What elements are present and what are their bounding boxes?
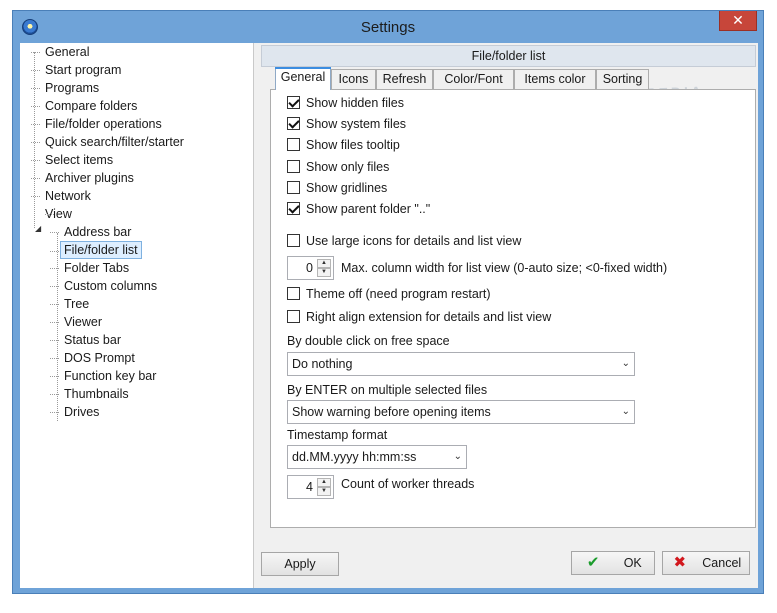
spin-up-icon[interactable]: ▲ — [317, 259, 331, 268]
checkbox[interactable] — [287, 160, 300, 173]
option-label: Show hidden files — [306, 96, 404, 110]
tree-item-folder-tabs[interactable]: Folder Tabs — [49, 259, 132, 277]
stepper-value[interactable]: 4 — [288, 476, 315, 498]
checkbox[interactable] — [287, 202, 300, 215]
spin-down-icon[interactable]: ▼ — [317, 487, 331, 496]
checkbox[interactable] — [287, 287, 300, 300]
checkbox[interactable] — [287, 138, 300, 151]
tab-items-color[interactable]: Items color — [514, 69, 596, 89]
section-header: File/folder list — [261, 45, 756, 67]
stepper-value[interactable]: 0 — [288, 257, 315, 279]
tab-sorting[interactable]: Sorting — [596, 69, 649, 89]
option-show-gridlines[interactable]: Show gridlines — [287, 179, 387, 197]
max-column-width-stepper[interactable]: 0 ▲ ▼ — [287, 256, 334, 280]
option-label: Show parent folder ".." — [306, 202, 431, 216]
tree-item-quick-search[interactable]: Quick search/filter/starter — [31, 133, 187, 151]
option-show-only-files[interactable]: Show only files — [287, 158, 389, 176]
tab-color-font[interactable]: Color/Font — [433, 69, 514, 89]
enter-multi-label: By ENTER on multiple selected files — [287, 383, 488, 397]
tree-item-status-bar[interactable]: Status bar — [50, 331, 124, 349]
option-label: Show system files — [306, 117, 407, 131]
worker-threads-label: Count of worker threads — [341, 477, 475, 491]
apply-button[interactable]: Apply — [261, 552, 339, 576]
option-label: Use large icons for details and list vie… — [306, 234, 522, 248]
double-click-label: By double click on free space — [287, 334, 450, 348]
option-label: Right align extension for details and li… — [306, 310, 552, 324]
tree-item-file-folder-operations[interactable]: File/folder operations — [31, 115, 165, 133]
option-right-align-extension[interactable]: Right align extension for details and li… — [287, 308, 551, 326]
option-label: Show only files — [306, 160, 390, 174]
stepper-buttons: ▲ ▼ — [317, 478, 331, 496]
worker-threads-stepper[interactable]: 4 ▲ ▼ — [287, 475, 334, 499]
expander-icon[interactable]: ◢ — [35, 224, 41, 233]
tree-item-function-key-bar[interactable]: Function key bar — [49, 367, 159, 385]
chevron-down-icon[interactable]: ⌄ — [454, 446, 462, 468]
tree-item-viewer[interactable]: Viewer — [50, 313, 105, 331]
tree-item-drives[interactable]: Drives — [49, 403, 102, 421]
option-show-files-tooltip[interactable]: Show files tooltip — [287, 136, 400, 154]
settings-tree[interactable]: ◢ General Start program Programs Compare… — [20, 43, 254, 588]
select-value: dd.MM.yyyy hh:mm:ss — [292, 450, 417, 464]
client-area: ◢ General Start program Programs Compare… — [20, 43, 758, 588]
spin-up-icon[interactable]: ▲ — [317, 478, 331, 487]
cancel-label: Cancel — [702, 556, 742, 570]
tree-item-dos-prompt[interactable]: DOS Prompt — [50, 349, 138, 367]
checkbox[interactable] — [287, 117, 300, 130]
tree-item-compare-folders[interactable]: Compare folders — [30, 97, 140, 115]
tree-item-view[interactable]: View — [42, 205, 75, 223]
option-label: Show files tooltip — [306, 138, 400, 152]
checkbox[interactable] — [287, 96, 300, 109]
tree-item-archiver-plugins[interactable]: Archiver plugins — [31, 169, 137, 187]
tree-item-programs[interactable]: Programs — [30, 79, 102, 97]
tree-item-general[interactable]: General — [30, 43, 92, 61]
tree-item-start-program[interactable]: Start program — [30, 61, 124, 79]
close-button[interactable]: ✕ — [719, 11, 757, 31]
checkbox[interactable] — [287, 234, 300, 247]
tree-item-file-folder-list[interactable]: File/folder list — [50, 241, 142, 259]
checkmark-icon: ✔ — [586, 554, 600, 571]
ok-button[interactable]: ✔ OK — [571, 551, 655, 575]
chevron-down-icon[interactable]: ⌄ — [622, 401, 630, 423]
cross-icon: ✖ — [673, 554, 687, 571]
ok-label: OK — [623, 556, 642, 570]
option-theme-off[interactable]: Theme off (need program restart) — [287, 285, 491, 303]
cancel-button[interactable]: ✖ Cancel — [662, 551, 750, 575]
checkbox[interactable] — [287, 181, 300, 194]
option-show-parent-folder[interactable]: Show parent folder ".." — [287, 200, 430, 218]
tab-refresh[interactable]: Refresh — [376, 69, 433, 89]
option-use-large-icons[interactable]: Use large icons for details and list vie… — [287, 232, 521, 250]
timestamp-format-select[interactable]: dd.MM.yyyy hh:mm:ss ⌄ — [287, 445, 467, 469]
option-label: Theme off (need program restart) — [306, 287, 491, 301]
tree-item-network[interactable]: Network — [31, 187, 94, 205]
tab-icons[interactable]: Icons — [331, 69, 376, 89]
option-show-hidden-files[interactable]: Show hidden files — [287, 94, 404, 112]
window-title: Settings — [360, 19, 416, 36]
double-click-select[interactable]: Do nothing ⌄ — [287, 352, 635, 376]
tree-item-thumbnails[interactable]: Thumbnails — [50, 385, 132, 403]
settings-panel: File/folder list SOFTPEDIA General Icons… — [261, 43, 758, 588]
tree-item-tree[interactable]: Tree — [49, 295, 92, 313]
tree-item-select-items[interactable]: Select items — [30, 151, 116, 169]
option-label: Show gridlines — [306, 181, 388, 195]
checkbox[interactable] — [287, 310, 300, 323]
option-show-system-files[interactable]: Show system files — [287, 115, 406, 133]
tree-item-address-bar[interactable]: Address bar — [49, 223, 134, 241]
tree-line — [57, 233, 58, 421]
max-column-width-label: Max. column width for list view (0-auto … — [341, 261, 668, 275]
tree-item-custom-columns[interactable]: Custom columns — [49, 277, 160, 295]
enter-multi-select[interactable]: Show warning before opening items ⌄ — [287, 400, 635, 424]
timestamp-label: Timestamp format — [287, 428, 388, 442]
chevron-down-icon[interactable]: ⌄ — [622, 353, 630, 375]
settings-window: Settings ✕ ◢ General Start program Progr… — [12, 10, 764, 594]
stepper-buttons: ▲ ▼ — [317, 259, 331, 277]
select-value: Do nothing — [292, 357, 353, 371]
spin-down-icon[interactable]: ▼ — [317, 268, 331, 277]
tab-content: Show hidden files Show system files Show… — [270, 89, 756, 528]
title-bar[interactable]: Settings ✕ — [13, 11, 763, 43]
tree-line — [34, 52, 35, 228]
tab-general[interactable]: General — [275, 67, 331, 90]
select-value: Show warning before opening items — [292, 405, 491, 419]
